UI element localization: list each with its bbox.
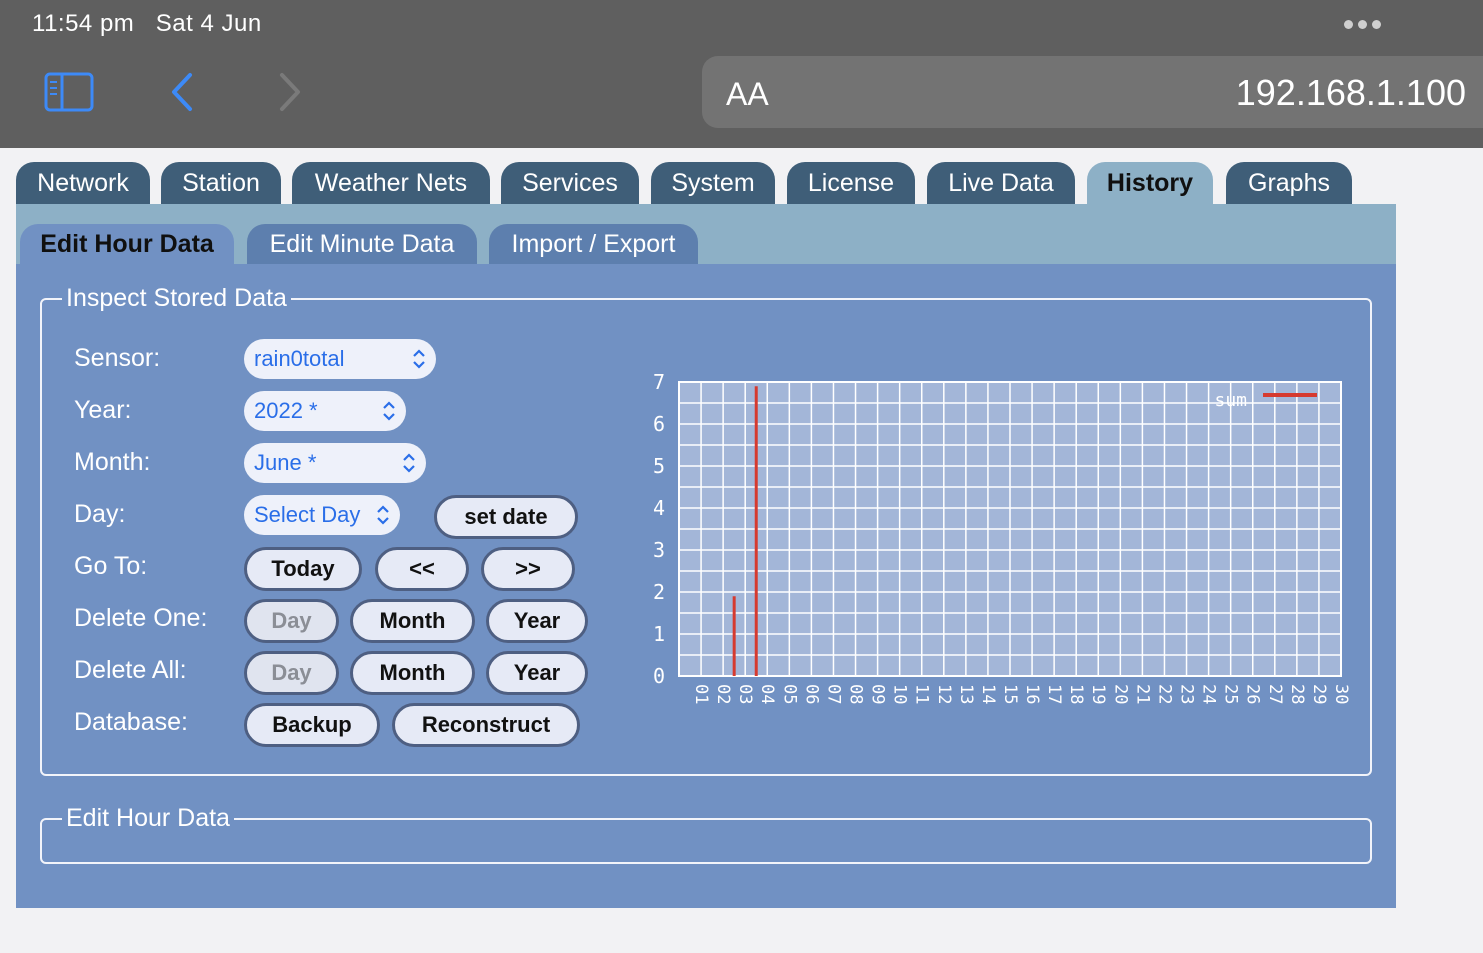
month-select-value: June *: [254, 450, 317, 475]
inspect-legend: Inspect Stored Data: [66, 284, 287, 312]
x-tick-label: 04: [757, 684, 777, 704]
delete-all-day-button[interactable]: Day: [244, 651, 339, 695]
x-tick-label: 24: [1199, 684, 1219, 704]
chevron-updown-icon: [413, 349, 425, 369]
year-label: Year:: [74, 396, 132, 424]
x-tick-label: 11: [912, 684, 932, 704]
reader-aa-button[interactable]: AA: [726, 76, 769, 113]
tab-live-data[interactable]: Live Data: [927, 162, 1075, 204]
subtab-edit-hour-data[interactable]: Edit Hour Data: [20, 224, 234, 264]
tab-services[interactable]: Services: [501, 162, 639, 204]
today-button[interactable]: Today: [244, 547, 362, 591]
goto-label: Go To:: [74, 552, 148, 580]
status-time: 11:54 pm Sat 4 Jun: [32, 10, 262, 37]
y-tick-label: 5: [653, 454, 665, 478]
sub-tab-bar: Edit Hour Data Edit Minute Data Import /…: [16, 204, 1396, 264]
y-tick-label: 0: [653, 664, 665, 688]
x-tick-label: 02: [713, 684, 733, 704]
year-select-value: 2022 *: [254, 398, 318, 423]
day-label: Day:: [74, 500, 126, 528]
backup-button[interactable]: Backup: [244, 703, 380, 747]
reconstruct-button[interactable]: Reconstruct: [392, 703, 580, 747]
x-tick-label: 10: [890, 684, 910, 704]
set-date-button[interactable]: set date: [434, 495, 578, 539]
x-tick-label: 28: [1287, 684, 1307, 704]
x-tick-label: 29: [1309, 684, 1329, 704]
x-tick-label: 27: [1265, 684, 1285, 704]
x-tick-label: 23: [1177, 684, 1197, 704]
delete-one-label: Delete One:: [74, 604, 208, 632]
x-tick-label: 07: [823, 684, 843, 704]
x-tick-label: 13: [956, 684, 976, 704]
x-tick-label: 14: [978, 684, 998, 704]
back-icon[interactable]: [168, 72, 198, 112]
x-tick-label: 03: [735, 684, 755, 704]
delete-one-year-button[interactable]: Year: [486, 599, 588, 643]
x-tick-label: 22: [1154, 684, 1174, 704]
day-select-value: Select Day: [254, 502, 361, 527]
url-text[interactable]: 192.168.1.100: [1236, 72, 1466, 114]
x-tick-label: 08: [846, 684, 866, 704]
forward-icon[interactable]: [274, 72, 304, 112]
chevron-updown-icon: [377, 505, 389, 525]
more-dots-icon[interactable]: [1344, 20, 1381, 29]
sensor-label: Sensor:: [74, 344, 161, 372]
x-tick-label: 19: [1088, 684, 1108, 704]
subtab-edit-minute-data[interactable]: Edit Minute Data: [247, 224, 477, 264]
x-tick-label: 06: [801, 684, 821, 704]
x-tick-label: 17: [1044, 684, 1064, 704]
tab-network[interactable]: Network: [16, 162, 150, 204]
y-tick-label: 4: [653, 496, 665, 520]
edit-hour-legend: Edit Hour Data: [66, 804, 230, 832]
legend-label: sum: [1214, 390, 1247, 411]
prev-button[interactable]: <<: [375, 547, 469, 591]
chevron-updown-icon: [383, 401, 395, 421]
x-tick-label: 15: [1000, 684, 1020, 704]
rain-history-chart: 0123456701 02 03 04 05 06 07 08 09 10 11 12 13 14 15 16…: [653, 370, 1350, 704]
year-select[interactable]: 2022 *: [244, 391, 406, 431]
browser-chrome: 11:54 pm Sat 4 Jun AA 192.168.1.100: [0, 0, 1483, 148]
address-bar[interactable]: AA 192.168.1.100: [702, 56, 1483, 128]
next-button[interactable]: >>: [481, 547, 575, 591]
tab-weather-nets[interactable]: Weather Nets: [292, 162, 490, 204]
x-tick-label: 12: [934, 684, 954, 704]
subtab-import-export[interactable]: Import / Export: [489, 224, 698, 264]
tab-history[interactable]: History: [1087, 162, 1213, 204]
delete-one-day-button[interactable]: Day: [244, 599, 339, 643]
y-tick-label: 3: [653, 538, 665, 562]
chevron-updown-icon: [403, 453, 415, 473]
y-tick-label: 7: [653, 370, 665, 394]
database-label: Database:: [74, 708, 188, 736]
sensor-select-value: rain0total: [254, 346, 345, 371]
sidebar-icon[interactable]: [44, 72, 94, 112]
x-tick-label: 25: [1221, 684, 1241, 704]
delete-all-month-button[interactable]: Month: [350, 651, 475, 695]
x-tick-label: 16: [1022, 684, 1042, 704]
y-tick-label: 2: [653, 580, 665, 604]
delete-all-label: Delete All:: [74, 656, 187, 684]
x-tick-label: 09: [868, 684, 888, 704]
x-tick-label: 18: [1066, 684, 1086, 704]
edit-hour-data-panel: Edit Hour Data: [40, 804, 1372, 864]
month-label: Month:: [74, 448, 151, 476]
delete-all-year-button[interactable]: Year: [486, 651, 588, 695]
tab-system[interactable]: System: [651, 162, 775, 204]
x-tick-label: 20: [1110, 684, 1130, 704]
x-tick-label: 21: [1132, 684, 1152, 704]
x-tick-label: 30: [1331, 684, 1350, 704]
main-tabs: Network Station Weather Nets Services Sy…: [16, 162, 1396, 204]
x-tick-label: 05: [779, 684, 799, 704]
delete-one-month-button[interactable]: Month: [350, 599, 475, 643]
y-tick-label: 1: [653, 622, 665, 646]
y-tick-label: 6: [653, 412, 665, 436]
day-select[interactable]: Select Day: [244, 495, 400, 535]
x-tick-label: 01: [691, 684, 711, 704]
x-tick-label: 26: [1243, 684, 1263, 704]
tab-graphs[interactable]: Graphs: [1226, 162, 1352, 204]
sensor-select[interactable]: rain0total: [244, 339, 436, 379]
tab-license[interactable]: License: [787, 162, 915, 204]
tab-station[interactable]: Station: [161, 162, 281, 204]
month-select[interactable]: June *: [244, 443, 426, 483]
